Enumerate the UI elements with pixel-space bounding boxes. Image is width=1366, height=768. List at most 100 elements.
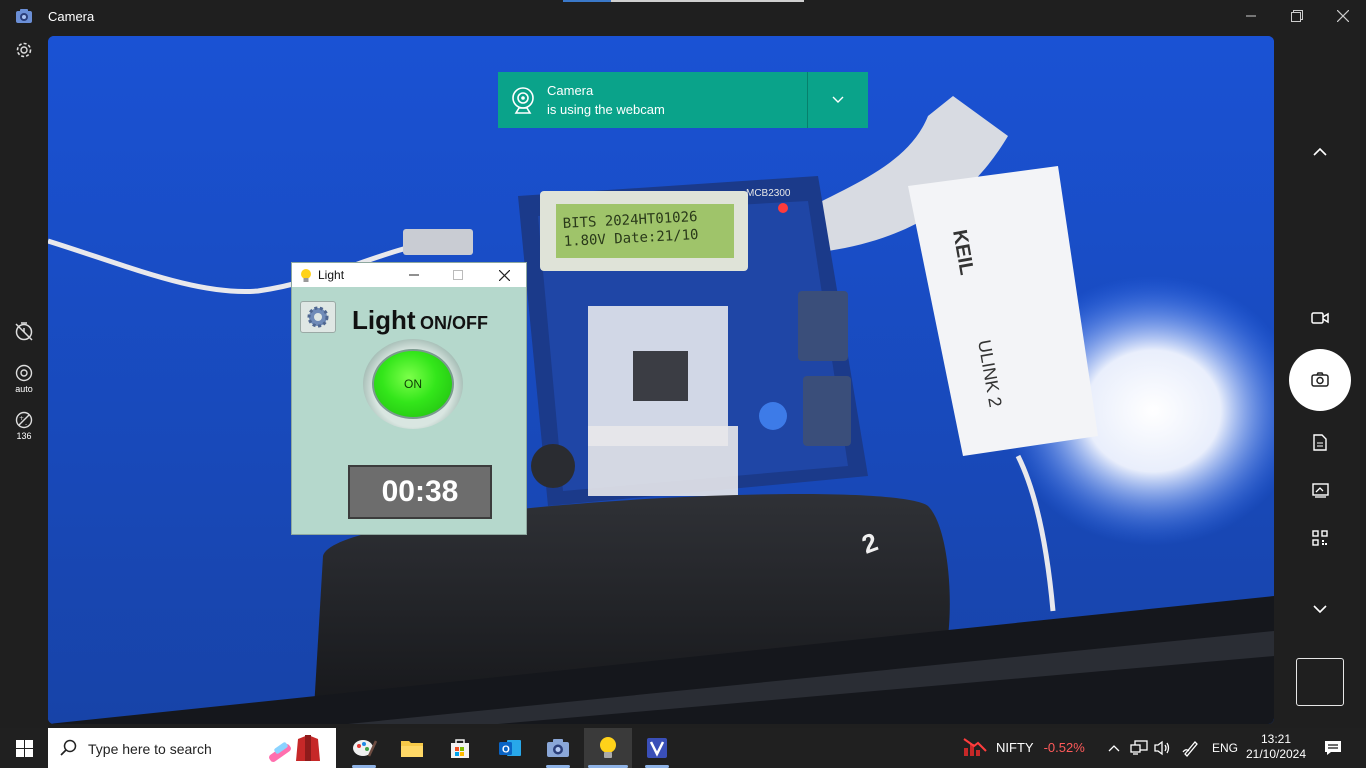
- title-accent-bar: [611, 0, 804, 2]
- taskbar-paint[interactable]: [340, 728, 388, 768]
- settings-button[interactable]: [8, 40, 40, 60]
- network-icon: [1130, 740, 1148, 755]
- title-accent: [563, 0, 611, 2]
- taskbar-store[interactable]: [436, 728, 484, 768]
- speaker-icon: [1154, 740, 1170, 756]
- camera-icon: [547, 739, 569, 757]
- taskbar: Type here to search O NIFTY -0.52% ENG 1…: [0, 728, 1366, 768]
- title-bar: Camera: [0, 0, 1366, 32]
- timer-button[interactable]: [8, 320, 40, 342]
- light-heading-sub: ON/OFF: [419, 313, 488, 333]
- scroll-modes-down-button[interactable]: [1304, 593, 1336, 625]
- svg-text:-: -: [25, 421, 27, 428]
- notification-expand-button[interactable]: [808, 72, 868, 128]
- light-heading-main: Light: [352, 305, 416, 335]
- notifications-button[interactable]: [1320, 728, 1346, 768]
- close-button[interactable]: [1320, 0, 1366, 32]
- network-button[interactable]: [1128, 728, 1150, 768]
- exposure-button[interactable]: + - 136: [8, 411, 40, 441]
- svg-text:+: +: [19, 415, 24, 422]
- document-mode-button[interactable]: [1304, 426, 1336, 458]
- clock-time: 13:21: [1260, 732, 1292, 746]
- svg-text:O: O: [502, 745, 510, 756]
- last-capture-thumbnail[interactable]: [1296, 658, 1344, 706]
- scroll-modes-up-button[interactable]: [1304, 135, 1336, 167]
- app-title: Camera: [48, 9, 95, 24]
- document-icon: [1313, 433, 1327, 451]
- pen-icon: [1182, 741, 1198, 757]
- minimize-button[interactable]: [1228, 0, 1274, 32]
- taskbar-file-explorer[interactable]: [388, 728, 436, 768]
- take-photo-button[interactable]: [1289, 349, 1351, 411]
- taskbar-outlook[interactable]: O: [486, 728, 534, 768]
- notification-title: Camera: [547, 83, 594, 98]
- camera-viewfinder[interactable]: KEIL ULINK 2 BITS 2024HT01026 1.80V Date…: [48, 36, 1274, 724]
- qr-code-mode-button[interactable]: [1304, 522, 1336, 554]
- gear-icon: [307, 306, 329, 328]
- windows-logo-icon: [15, 739, 33, 757]
- pen-menu-button[interactable]: [1180, 728, 1202, 768]
- light-window[interactable]: Light Light ON/OFF ON 00:38: [291, 262, 527, 535]
- clock-date: 21/10/2024: [1245, 747, 1307, 761]
- clock[interactable]: 13:21 21/10/2024: [1240, 732, 1312, 762]
- chevron-down-icon: [1313, 604, 1327, 613]
- file-explorer-icon: [401, 741, 423, 757]
- light-window-titlebar[interactable]: Light: [292, 263, 526, 287]
- board-label: MCB2300: [746, 188, 791, 199]
- ticker-change: -0.52%: [1043, 739, 1085, 755]
- show-hidden-icons-button[interactable]: [1104, 728, 1124, 768]
- qr-code-icon: [1312, 530, 1328, 546]
- light-timer-display: 00:38: [348, 465, 492, 519]
- camera-feed-image: KEIL ULINK 2 BITS 2024HT01026 1.80V Date…: [48, 36, 1274, 724]
- exposure-label: 136: [16, 431, 32, 441]
- taskbar-light-app[interactable]: [584, 728, 632, 768]
- video-mode-button[interactable]: [1304, 302, 1336, 334]
- whiteboard-icon: [1311, 482, 1329, 498]
- chevron-up-icon: [1313, 147, 1327, 156]
- start-button[interactable]: [0, 728, 48, 768]
- light-maximize-button[interactable]: [436, 263, 480, 287]
- light-settings-button[interactable]: [300, 301, 336, 333]
- keil-uvision-icon: [647, 738, 667, 758]
- chevron-up-icon: [1108, 745, 1120, 752]
- timer-off-icon: [15, 322, 33, 341]
- input-language[interactable]: ENG: [1212, 741, 1238, 755]
- light-app-icon: [600, 737, 616, 758]
- ticker-name: NIFTY: [996, 739, 1034, 755]
- webcam-notification[interactable]: Camera is using the webcam: [498, 72, 868, 128]
- exposure-icon: +-: [15, 411, 33, 429]
- focus-label: auto: [15, 384, 33, 394]
- notification-body[interactable]: Camera is using the webcam: [498, 72, 807, 128]
- light-heading: Light ON/OFF: [352, 305, 488, 336]
- search-icon: [60, 739, 78, 757]
- auto-focus-icon: [15, 364, 33, 382]
- volume-button[interactable]: [1152, 728, 1174, 768]
- gear-icon: [16, 42, 32, 58]
- light-minimize-button[interactable]: [392, 263, 436, 287]
- webcam-icon: [510, 86, 536, 114]
- search-box[interactable]: Type here to search: [48, 728, 336, 768]
- camera-app-icon: [15, 8, 33, 24]
- paint-icon: [353, 740, 377, 757]
- taskbar-keil-uvision[interactable]: [633, 728, 681, 768]
- focus-button[interactable]: auto: [8, 364, 40, 394]
- light-toggle-label: ON: [404, 377, 422, 391]
- notification-subtitle: is using the webcam: [547, 102, 665, 117]
- search-placeholder: Type here to search: [88, 741, 212, 757]
- video-icon: [1311, 312, 1329, 324]
- store-icon: [451, 739, 469, 758]
- stock-ticker-widget[interactable]: NIFTY -0.52%: [962, 736, 1085, 758]
- taskbar-camera[interactable]: [534, 728, 582, 768]
- stock-down-icon: [963, 738, 987, 756]
- search-highlight-icon: [264, 731, 328, 765]
- lightbulb-icon: [299, 268, 313, 283]
- whiteboard-mode-button[interactable]: [1304, 474, 1336, 506]
- notification-center-icon: [1325, 741, 1341, 755]
- photo-shutter-icon: [1311, 372, 1329, 387]
- restore-button[interactable]: [1274, 0, 1320, 32]
- light-toggle-button[interactable]: ON: [372, 349, 454, 419]
- light-timer-value: 00:38: [381, 475, 459, 508]
- chevron-down-icon: [832, 96, 844, 103]
- light-window-title: Light: [318, 268, 345, 282]
- light-close-button[interactable]: [482, 263, 526, 287]
